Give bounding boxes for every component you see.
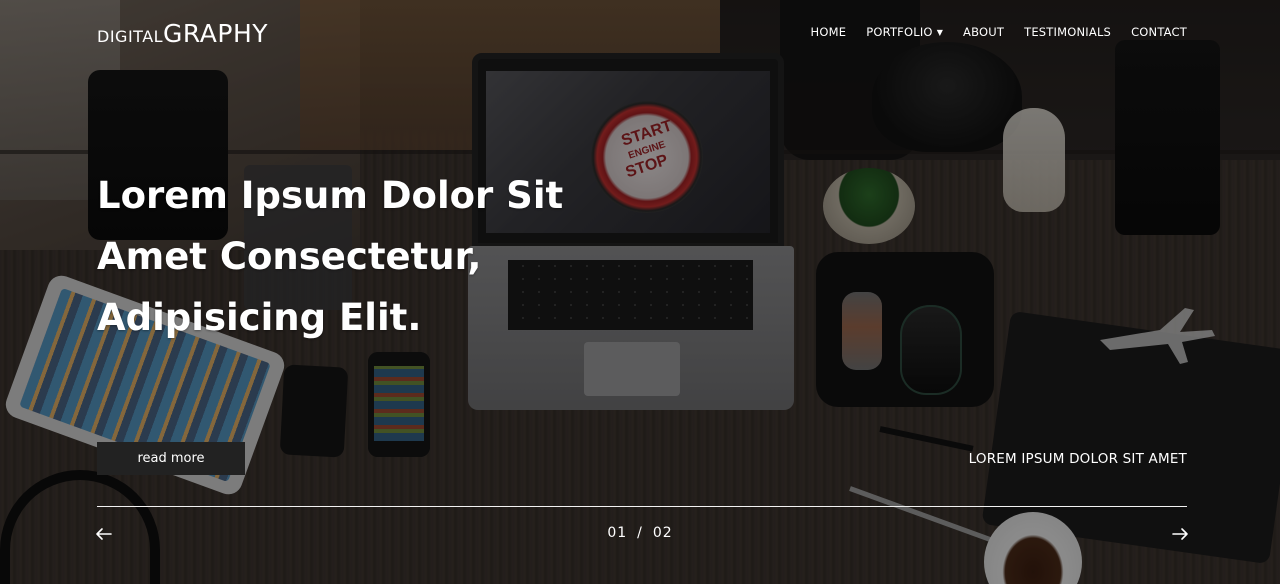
nav-home-label: HOME	[810, 25, 847, 39]
nav-contact[interactable]: CONTACT	[1131, 25, 1187, 39]
headline-line-1: Lorem Ipsum Dolor Sit	[97, 174, 564, 217]
read-more-button[interactable]: read more	[97, 442, 245, 475]
nav-portfolio[interactable]: PORTFOLIO ▼	[866, 25, 943, 39]
slide-caption: LOREM IPSUM DOLOR SIT AMET	[968, 451, 1187, 467]
slide-separator: /	[637, 525, 643, 541]
logo-graphy: GRAPHY	[163, 19, 269, 48]
main-nav: HOME PORTFOLIO ▼ ABOUT TESTIMONIALS CONTA…	[811, 25, 1187, 39]
headline-line-2: Amet Consectetur,	[97, 235, 482, 278]
nav-home[interactable]: HOME	[811, 25, 847, 39]
hero-headline: Lorem Ipsum Dolor Sit Amet Consectetur, …	[97, 165, 577, 348]
nav-testimonials-label: TESTIMONIALS	[1024, 25, 1112, 39]
headline-line-3: Adipisicing Elit.	[97, 296, 422, 339]
nav-contact-label: CONTACT	[1131, 25, 1187, 39]
arrow-right-icon[interactable]	[1170, 524, 1190, 544]
slide-total: 02	[652, 525, 673, 541]
nav-about-label: ABOUT	[963, 25, 1005, 39]
slider-divider	[97, 506, 1187, 507]
slide-counter: 01 / 02	[0, 525, 1280, 541]
slide-current: 01	[607, 525, 628, 541]
nav-portfolio-label: PORTFOLIO	[866, 25, 933, 39]
site-logo[interactable]: DIGITALGRAPHY	[97, 19, 268, 48]
caret-down-icon: ▼	[936, 27, 944, 37]
nav-testimonials[interactable]: TESTIMONIALS	[1024, 25, 1111, 39]
site-header: DIGITALGRAPHY HOME PORTFOLIO ▼ ABOUT TEST…	[97, 0, 1187, 62]
logo-digital: DIGITAL	[97, 27, 164, 46]
nav-about[interactable]: ABOUT	[963, 25, 1004, 39]
